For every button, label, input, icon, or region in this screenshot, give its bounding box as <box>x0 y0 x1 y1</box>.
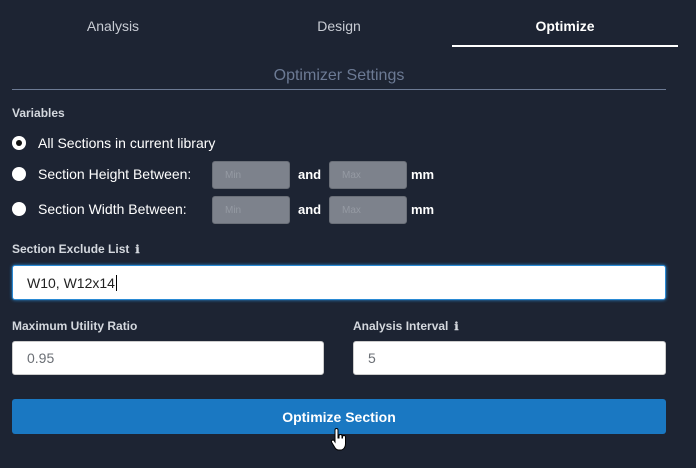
exclude-list-input[interactable]: W10, W12x14 <box>12 265 666 300</box>
exclude-list-label: Section Exclude List ℹ <box>12 242 140 256</box>
radio-label: Section Height Between: <box>38 166 192 182</box>
tab-analysis[interactable]: Analysis <box>0 18 226 34</box>
height-max-input[interactable]: Max <box>329 161 407 189</box>
radio-icon[interactable] <box>12 202 26 216</box>
optimize-section-label: Optimize Section <box>282 408 396 425</box>
analysis-interval-label-text: Analysis Interval <box>353 319 449 333</box>
radio-section-height[interactable]: Section Height Between: <box>12 166 191 182</box>
analysis-interval-label: Analysis Interval ℹ <box>353 319 459 333</box>
radio-section-width[interactable]: Section Width Between: <box>12 201 187 217</box>
tab-optimize[interactable]: Optimize <box>452 18 678 34</box>
divider <box>12 89 666 90</box>
radio-all-sections[interactable]: All Sections in current library <box>12 135 215 151</box>
variables-label: Variables <box>12 106 65 120</box>
utility-ratio-input[interactable]: 0.95 <box>12 341 324 375</box>
width-max-input[interactable]: Max <box>329 196 407 224</box>
width-min-input[interactable]: Min <box>212 196 290 224</box>
info-icon[interactable]: ℹ <box>454 320 458 333</box>
tab-design[interactable]: Design <box>226 18 452 34</box>
unit-label: mm <box>411 167 435 182</box>
info-icon[interactable]: ℹ <box>135 243 139 256</box>
unit-label: mm <box>411 202 435 217</box>
exclude-list-label-text: Section Exclude List <box>12 242 130 256</box>
height-min-input[interactable]: Min <box>212 161 290 189</box>
radio-icon[interactable] <box>12 167 26 181</box>
analysis-interval-input[interactable]: 5 <box>353 341 666 375</box>
exclude-list-value: W10, W12x14 <box>27 274 115 291</box>
active-tab-indicator <box>452 45 678 47</box>
section-title: Optimizer Settings <box>273 67 405 84</box>
text-caret <box>115 274 117 291</box>
and-label: and <box>298 167 322 182</box>
utility-ratio-label: Maximum Utility Ratio <box>12 319 138 333</box>
radio-checked-icon[interactable] <box>12 136 26 150</box>
radio-label: All Sections in current library <box>38 135 216 151</box>
radio-label: Section Width Between: <box>38 201 187 217</box>
and-label: and <box>298 202 322 217</box>
hand-pointer-cursor-icon <box>330 428 346 451</box>
